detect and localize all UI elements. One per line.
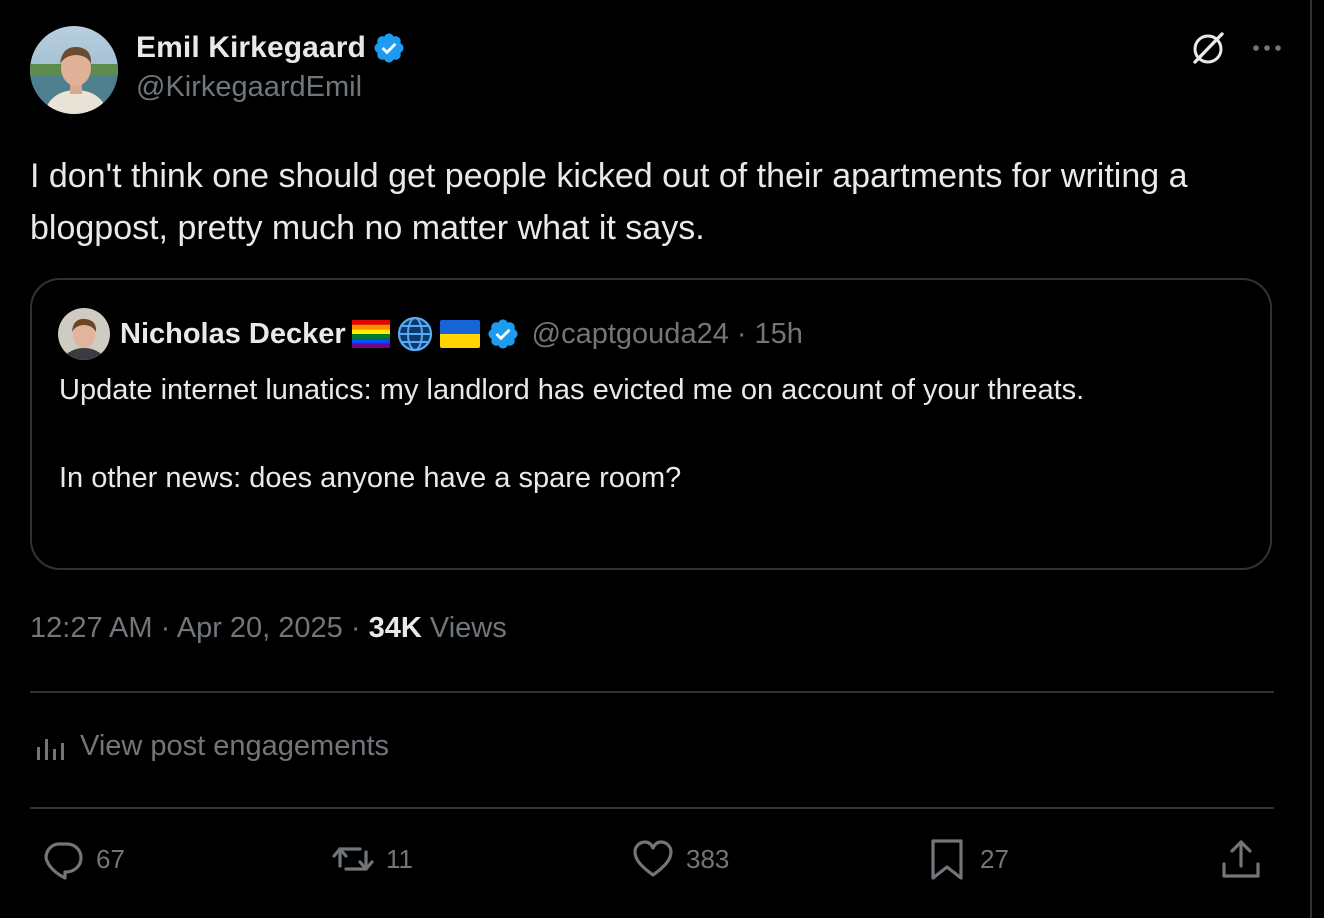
globe-icon (397, 316, 432, 352)
repost-button[interactable]: 11 (330, 836, 413, 882)
verified-badge-icon[interactable] (372, 31, 406, 65)
like-button[interactable]: 383 (630, 836, 729, 882)
view-engagements-button[interactable]: View post engagements (34, 730, 389, 763)
quoted-author-name[interactable]: Nicholas Decker (120, 318, 346, 351)
bookmark-button[interactable]: 27 (924, 836, 1009, 882)
bookmark-count: 27 (980, 843, 1009, 874)
page-border (1310, 0, 1312, 918)
meta-separator: · (350, 612, 361, 644)
author-handle[interactable]: @KirkegaardEmil (136, 71, 406, 104)
tweet-top-actions (1188, 28, 1286, 68)
quoted-author-avatar[interactable] (58, 308, 110, 360)
quoted-separator: · (736, 317, 747, 350)
meta-separator: · (160, 612, 171, 644)
repost-icon (332, 847, 374, 871)
views-count: 34K (368, 612, 422, 644)
tweet-date[interactable]: Apr 20, 2025 (177, 612, 343, 644)
tweet-action-bar: 67 11 383 27 (0, 836, 1324, 888)
ukraine-flag-icon (439, 320, 480, 348)
engagements-icon (37, 738, 64, 760)
grok-icon[interactable] (1188, 28, 1228, 68)
bookmark-icon (931, 839, 963, 880)
tweet-time[interactable]: 12:27 AM (30, 612, 153, 644)
quoted-author-handle[interactable]: @captgouda24 (532, 318, 729, 351)
author-avatar[interactable] (30, 26, 118, 114)
tweet-text: I don't think one should get people kick… (30, 157, 1188, 247)
more-icon[interactable] (1248, 29, 1286, 67)
tweet-author: Emil Kirkegaard @KirkegaardEmil (30, 26, 406, 114)
view-engagements-label: View post engagements (80, 730, 390, 762)
share-icon (1222, 840, 1260, 878)
quoted-verified-badge-icon[interactable] (486, 317, 520, 351)
quoted-tweet-text: Update internet lunatics: my landlord ha… (59, 374, 1085, 494)
quoted-timestamp[interactable]: 15h (755, 318, 803, 351)
share-button[interactable] (1218, 836, 1274, 882)
tweet-meta: 12:27 AM · Apr 20, 2025 · 34K Views (30, 612, 507, 645)
divider (30, 691, 1274, 693)
quoted-tweet[interactable]: Nicholas Decker @captgouda24 · 15h Updat… (30, 278, 1272, 570)
views-label: Views (429, 612, 507, 644)
reply-button[interactable]: 67 (40, 836, 125, 882)
divider (30, 807, 1274, 809)
reply-count: 67 (96, 843, 125, 874)
repost-count: 11 (386, 843, 413, 874)
like-icon (633, 840, 673, 877)
reply-icon (44, 842, 83, 880)
rainbow-flag-icon (351, 320, 390, 348)
like-count: 383 (686, 843, 730, 874)
quoted-tweet-header: Nicholas Decker @captgouda24 · 15h (58, 308, 803, 360)
author-name[interactable]: Emil Kirkegaard (136, 31, 366, 65)
